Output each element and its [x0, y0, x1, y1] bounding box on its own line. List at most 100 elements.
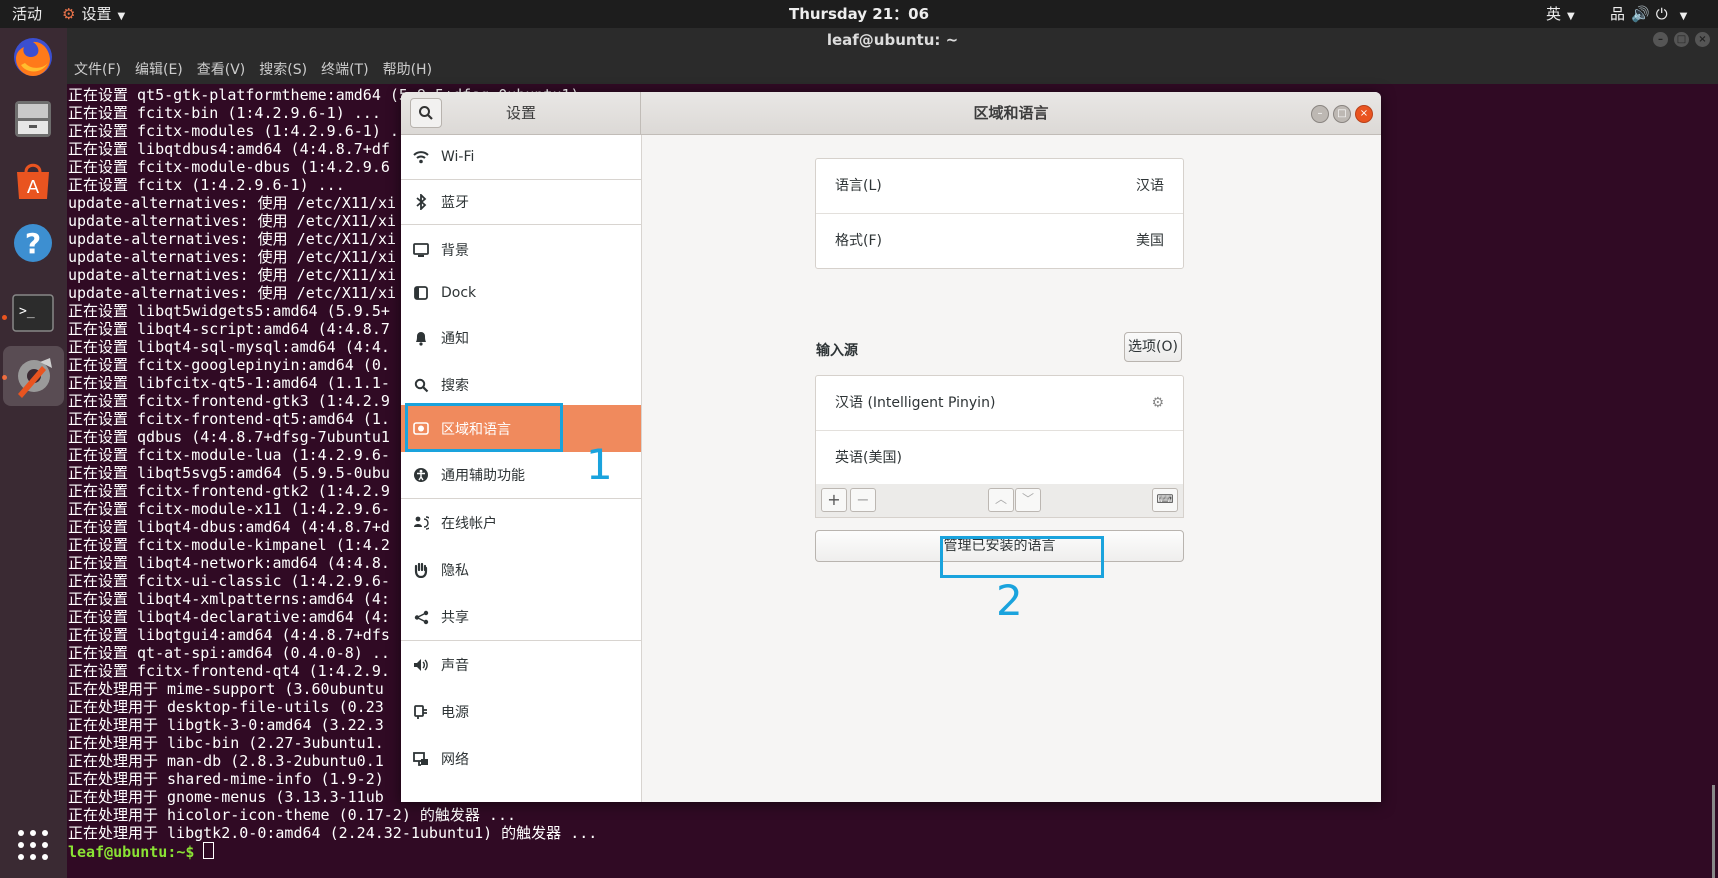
maximize-icon[interactable]: □	[1674, 32, 1689, 47]
help-launcher[interactable]: ?	[8, 218, 58, 268]
sidebar-item-sound[interactable]: 声音	[401, 643, 641, 687]
sidebar-item-label: 通知	[441, 331, 469, 347]
software-launcher[interactable]: A	[8, 156, 58, 206]
system-tray[interactable]: 品🔊⏻ ▼	[1610, 0, 1693, 28]
menu-view[interactable]: 查看(V)	[197, 62, 246, 78]
settings-headerbar[interactable]: 设置 区域和语言 – □ ×	[401, 92, 1381, 135]
minimize-icon[interactable]: –	[1653, 32, 1668, 47]
sidebar-divider	[401, 224, 641, 225]
annotation-box-1	[405, 403, 563, 452]
menu-search[interactable]: 搜索(S)	[259, 62, 307, 78]
sidebar-divider	[401, 640, 641, 641]
move-up-button[interactable]: ︿	[988, 488, 1014, 512]
chevron-down-icon: ▼	[1567, 11, 1575, 22]
software-bag-icon: A	[17, 163, 49, 199]
language-format-card: 语言(L) 汉语 格式(F) 美国	[815, 158, 1184, 269]
menu-help[interactable]: 帮助(H)	[383, 62, 432, 78]
wifi-icon	[412, 148, 430, 166]
sidebar-item-notifications[interactable]: 通知	[401, 316, 641, 360]
sidebar-item-sharing[interactable]: 共享	[401, 595, 641, 639]
input-sources-list: 汉语 (Intelligent Pinyin) ⚙ 英语(美国)	[815, 375, 1184, 486]
terminal-line: 正在处理用于 hicolor-icon-theme (0.17-2) 的触发器 …	[68, 806, 517, 824]
help-question-icon: ?	[14, 224, 52, 262]
show-applications-button[interactable]	[8, 820, 58, 870]
network-icon	[412, 750, 430, 768]
sidebar-item-background[interactable]: 背景	[401, 228, 641, 272]
sidebar-item-bluetooth[interactable]: 蓝牙	[401, 180, 641, 224]
close-icon[interactable]: ×	[1695, 32, 1710, 47]
input-source-row[interactable]: 汉语 (Intelligent Pinyin) ⚙	[816, 376, 1183, 431]
sidebar-item-dock[interactable]: Dock	[401, 271, 641, 315]
annotation-number-2: 2	[996, 576, 1023, 625]
terminal-icon: >_	[12, 294, 54, 332]
svg-text:?: ?	[25, 227, 41, 260]
panel-title: 区域和语言	[973, 104, 1049, 122]
top-bar: 活动 ⚙ 设置 ▼ Thursday 21：06 英 ▼ 品🔊⏻ ▼	[0, 0, 1718, 28]
sidebar-item-label: Dock	[441, 285, 477, 301]
sidebar-divider	[401, 498, 641, 499]
clock[interactable]: Thursday 21：06	[0, 0, 1718, 28]
firefox-launcher[interactable]	[8, 32, 58, 82]
move-down-button[interactable]: ﹀	[1015, 488, 1041, 512]
keyboard-icon: ⌨	[1156, 492, 1174, 506]
firefox-icon	[14, 38, 52, 76]
speaker-icon	[412, 656, 430, 674]
input-source-row[interactable]: 英语(美国)	[816, 431, 1183, 485]
sidebar-item-power[interactable]: 电源	[401, 690, 641, 734]
annotation-box-2	[940, 536, 1104, 578]
sidebar-item-label: 网络	[441, 752, 469, 768]
gear-icon[interactable]: ⚙	[1151, 376, 1164, 430]
svg-text:>_: >_	[19, 304, 35, 319]
svg-text:A: A	[27, 177, 40, 198]
minimize-button[interactable]: –	[1311, 105, 1329, 123]
sidebar-item-search[interactable]: 搜索	[401, 363, 641, 407]
terminal-title: leaf@ubuntu: ~	[826, 31, 959, 49]
menu-terminal[interactable]: 终端(T)	[321, 62, 368, 78]
format-label: 格式(F)	[835, 233, 882, 249]
language-label: 语言(L)	[835, 178, 882, 194]
close-button[interactable]: ×	[1355, 105, 1373, 123]
files-launcher[interactable]	[8, 94, 58, 144]
bell-icon	[412, 329, 430, 347]
input-method-label: 英	[1546, 5, 1562, 23]
menu-edit[interactable]: 编辑(E)	[135, 62, 183, 78]
keyboard-layout-button[interactable]: ⌨	[1152, 488, 1178, 512]
sidebar-item-label: 在线帐户	[441, 516, 497, 532]
annotation-number-1: 1	[586, 440, 613, 489]
language-row[interactable]: 语言(L) 汉语	[816, 159, 1183, 214]
power-plug-icon	[412, 703, 430, 721]
sidebar-item-label: Wi-Fi	[441, 149, 475, 165]
files-cabinet-icon	[15, 101, 51, 137]
terminal-cursor	[203, 842, 215, 859]
settings-window-controls: – □ ×	[1311, 105, 1373, 123]
accessibility-icon	[412, 466, 430, 484]
settings-tools-icon	[17, 358, 52, 398]
add-input-source-button[interactable]: +	[821, 488, 847, 512]
maximize-button[interactable]: □	[1333, 105, 1351, 123]
terminal-line: 正在处理用于 libgtk2.0-0:amd64 (2.24.32-1ubunt…	[68, 824, 598, 842]
settings-launcher[interactable]	[3, 346, 64, 406]
running-indicator	[2, 315, 7, 320]
remove-input-source-button[interactable]: −	[850, 488, 876, 512]
terminal-launcher[interactable]: >_	[8, 288, 58, 338]
online-accounts-icon	[412, 514, 430, 532]
input-method-indicator[interactable]: 英 ▼	[1546, 0, 1575, 28]
sidebar-item-privacy[interactable]: 隐私	[401, 548, 641, 592]
network-icon: 品	[1610, 5, 1632, 23]
format-row[interactable]: 格式(F) 美国	[816, 214, 1183, 268]
terminal-scrollbar[interactable]	[1712, 785, 1715, 878]
sidebar-item-wifi[interactable]: Wi-Fi	[401, 135, 641, 179]
app-grid-icon	[18, 830, 48, 860]
terminal-menubar: 文件(F) 编辑(E) 查看(V) 搜索(S) 终端(T) 帮助(H)	[67, 56, 1718, 84]
share-icon	[412, 608, 430, 626]
input-source-label: 汉语 (Intelligent Pinyin)	[835, 395, 996, 411]
sidebar-item-network[interactable]: 网络	[401, 737, 641, 781]
terminal-prompt-line: leaf@ubuntu:~$	[68, 842, 1698, 861]
volume-icon: 🔊	[1631, 5, 1656, 23]
dock: A ? >_	[0, 28, 67, 878]
sidebar-item-online-accounts[interactable]: 在线帐户	[401, 501, 641, 545]
options-button[interactable]: 选项(O)	[1124, 332, 1182, 362]
sidebar-item-label: 蓝牙	[441, 195, 469, 211]
menu-file[interactable]: 文件(F)	[74, 62, 121, 78]
input-sources-toolbar: + − ︿ ﹀ ⌨	[815, 484, 1184, 518]
